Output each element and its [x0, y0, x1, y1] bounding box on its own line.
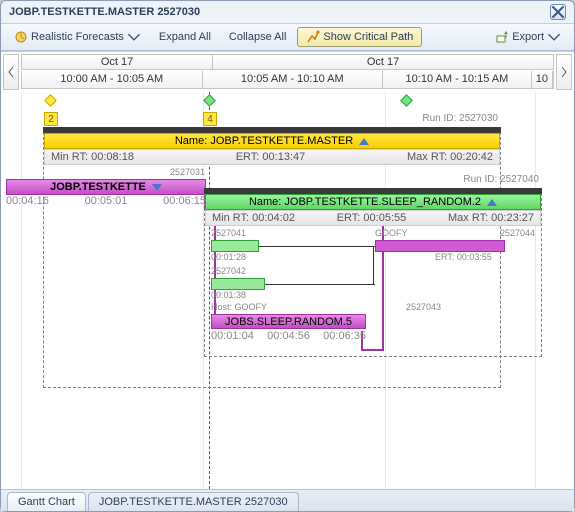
- time-cell: 10:10 AM - 10:15 AM: [383, 71, 532, 88]
- chevron-down-icon: [127, 30, 141, 44]
- time-cell: 10:00 AM - 10:05 AM: [22, 71, 203, 88]
- forecasts-dropdown[interactable]: Realistic Forecasts: [7, 27, 148, 47]
- task-dur-label: 00:01:38: [211, 290, 246, 300]
- gridline: [21, 92, 22, 489]
- run-id-label: Run ID: 2527030: [422, 113, 498, 124]
- critical-label: Show Critical Path: [323, 31, 413, 43]
- t-label: 00:04:56: [267, 330, 310, 342]
- collapse-icon[interactable]: [359, 138, 369, 145]
- gantt-plot: 2 4 Run ID: 2527030 Name: JOBP.TESTKETTE…: [1, 92, 574, 489]
- t-label: 00:01:04: [211, 330, 254, 342]
- date-cell: Oct 17: [22, 55, 213, 69]
- sleep-stats-bar: Min RT: 00:04:02 ERT: 00:05:55 Max RT: 0…: [205, 210, 541, 226]
- tab-label: JOBP.TESTKETTE.MASTER 2527030: [99, 496, 288, 508]
- time-cell: 10:05 AM - 10:10 AM: [203, 71, 384, 88]
- bar-label: JOBP.TESTKETTE: [50, 181, 146, 193]
- sleep-group: Run ID: 2527040 Name: JOBP.TESTKETTE.SLE…: [204, 193, 542, 357]
- ert-label: ERT: 00:13:47: [236, 151, 306, 163]
- tab-strip: Gantt Chart JOBP.TESTKETTE.MASTER 252703…: [1, 489, 574, 511]
- tab-label: Gantt Chart: [18, 496, 75, 508]
- critical-path-icon: [306, 30, 320, 44]
- max-rt-label: Max RT: 00:23:27: [448, 212, 534, 224]
- close-icon: [551, 5, 565, 19]
- collapse-all-button[interactable]: Collapse All: [222, 28, 293, 46]
- marker-icon: [203, 94, 216, 107]
- timeline-time-row: 10:00 AM - 10:05 AM 10:05 AM - 10:10 AM …: [21, 71, 554, 89]
- testkette-times: 00:04:16 00:05:01 00:06:15: [6, 195, 206, 207]
- master-stats-bar: Min RT: 00:08:18 ERT: 00:13:47 Max RT: 0…: [44, 149, 500, 165]
- max-rt-label: Max RT: 00:20:42: [407, 151, 493, 163]
- t-label: 00:04:16: [6, 195, 49, 207]
- dep-link: [265, 284, 375, 285]
- dep-link: [373, 246, 374, 284]
- date-cell: Oct 17: [213, 55, 553, 69]
- marker-label: 4: [203, 112, 217, 126]
- toolbar: Realistic Forecasts Expand All Collapse …: [1, 23, 574, 51]
- collapse-icon[interactable]: [487, 199, 497, 206]
- dep-link: [259, 246, 375, 247]
- forecasts-label: Realistic Forecasts: [31, 31, 124, 43]
- task-id-label: 2527042: [211, 266, 246, 276]
- collapse-all-label: Collapse All: [229, 31, 286, 43]
- master-group: Run ID: 2527030 Name: JOBP.TESTKETTE.MAS…: [43, 132, 501, 388]
- export-icon: [495, 30, 509, 44]
- tab-detail[interactable]: JOBP.TESTKETTE.MASTER 2527030: [88, 492, 299, 511]
- task-id-label: 2527041: [211, 228, 246, 238]
- task-id-label: 2527031: [170, 167, 205, 177]
- app-window: JOBP.TESTKETTE.MASTER 2527030 Realistic …: [0, 0, 575, 512]
- t-label: 00:05:01: [85, 195, 128, 207]
- show-critical-path-toggle[interactable]: Show Critical Path: [297, 27, 422, 47]
- export-label: Export: [512, 31, 544, 43]
- task-dur-label: 00:01:28: [211, 252, 246, 262]
- export-dropdown[interactable]: Export: [488, 27, 568, 47]
- task-ert-label: ERT: 00:03:55: [435, 252, 492, 262]
- sleep-name-bar[interactable]: Name: JOBP.TESTKETTE.SLEEP_RANDOM.2: [205, 194, 541, 210]
- marker-icon: [44, 94, 57, 107]
- master-name-bar[interactable]: Name: JOBP.TESTKETTE.MASTER: [44, 133, 500, 149]
- forecast-icon: [14, 30, 28, 44]
- task-id-label: 2527044: [500, 228, 535, 238]
- bar-label: Name: JOBP.TESTKETTE.MASTER: [175, 135, 353, 147]
- task-b-bar[interactable]: [211, 278, 265, 290]
- task-c-bar[interactable]: [375, 240, 505, 252]
- tab-gantt-chart[interactable]: Gantt Chart: [7, 492, 86, 511]
- title-bar: JOBP.TESTKETTE.MASTER 2527030: [1, 1, 574, 23]
- bar-label: Name: JOBP.TESTKETTE.SLEEP_RANDOM.2: [249, 196, 481, 208]
- t-label: 00:06:15: [163, 195, 206, 207]
- expand-all-label: Expand All: [159, 31, 211, 43]
- timeline-scroll-left[interactable]: [3, 54, 19, 90]
- timeline-scroll-right[interactable]: [556, 54, 572, 90]
- min-rt-label: Min RT: 00:08:18: [51, 151, 134, 163]
- t-label: 00:06:35: [323, 330, 366, 342]
- task-host-label: GOOFY: [375, 228, 408, 238]
- task-host-label: Host: GOOFY: [211, 302, 267, 312]
- expand-icon[interactable]: [152, 184, 162, 191]
- window-title: JOBP.TESTKETTE.MASTER 2527030: [9, 6, 200, 18]
- expand-all-button[interactable]: Expand All: [152, 28, 218, 46]
- timeline-date-row: Oct 17 Oct 17: [21, 54, 554, 70]
- task-d-bar[interactable]: JOBS.SLEEP.RANDOM.5: [211, 314, 366, 329]
- task-a-bar[interactable]: [211, 240, 259, 252]
- bar-label: JOBS.SLEEP.RANDOM.5: [225, 316, 352, 328]
- close-button[interactable]: [550, 4, 566, 20]
- testkette-bar[interactable]: JOBP.TESTKETTE: [6, 179, 206, 195]
- chevron-down-icon: [547, 30, 561, 44]
- marker-icon: [400, 94, 413, 107]
- min-rt-label: Min RT: 00:04:02: [212, 212, 295, 224]
- gantt-chart[interactable]: Oct 17 Oct 17 10:00 AM - 10:05 AM 10:05 …: [1, 51, 574, 489]
- task-id-label: 2527043: [406, 302, 441, 312]
- task-d-times: 00:01:04 00:04:56 00:06:35: [211, 330, 366, 342]
- ert-label: ERT: 00:05:55: [337, 212, 407, 224]
- run-id-label: Run ID: 2527040: [463, 174, 539, 185]
- time-cell: 10: [532, 71, 553, 88]
- marker-label: 2: [44, 112, 58, 126]
